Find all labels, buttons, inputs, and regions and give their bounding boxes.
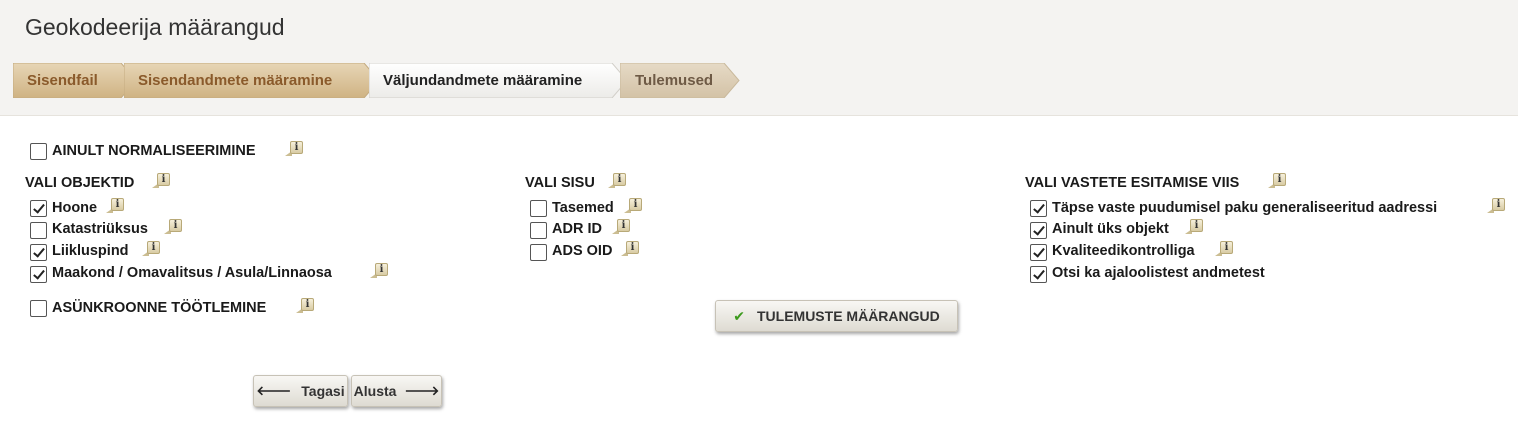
info-icon[interactable]: i [285,141,303,157]
back-label: Tagasi [301,383,345,399]
historical-data-label: Otsi ka ajaloolistest andmetest [1052,265,1265,281]
object-cadastral-label: Katastriüksus [52,221,148,237]
content-adr-id-checkbox[interactable] [530,222,547,239]
object-traffic-area-label: Liikluspind [52,243,129,259]
info-icon[interactable]: i [1268,173,1286,189]
info-icon[interactable]: i [621,241,639,257]
object-building-checkbox[interactable] [30,200,47,217]
object-admin-unit-label: Maakond / Omavalitsus / Asula/Linnaosa [52,265,332,281]
object-building-label: Hoone [52,200,98,216]
presentation-section-title: VALI VASTETE ESITAMISE VIIS [1025,175,1240,191]
historical-data-checkbox[interactable] [1030,266,1047,283]
content-ads-oid-checkbox[interactable] [530,244,547,261]
step-label: Sisendfail [27,72,98,89]
generalized-address-label: Täpse vaste puudumisel paku generaliseer… [1052,200,1438,216]
objects-section-title: VALI OBJEKTID [25,175,135,191]
async-processing-checkbox[interactable] [30,300,47,317]
info-icon[interactable]: i [1487,198,1505,214]
single-object-checkbox[interactable] [1030,222,1047,239]
object-admin-unit-checkbox[interactable] [30,266,47,283]
content-ads-oid-label: ADS OID [552,243,613,259]
results-settings-button[interactable]: ✔ TULEMUSTE MÄÄRANGUD [715,300,958,332]
normalize-only-checkbox[interactable] [30,143,47,160]
step-label: Väljundandmete määramine [383,72,583,89]
content-levels-label: Tasemed [552,200,614,216]
step-output-data[interactable]: Väljundandmete määramine [369,63,628,98]
info-icon[interactable]: i [142,241,160,257]
async-processing-label: ASÜNKROONNE TÖÖTLEMINE [52,300,267,316]
start-label: Alusta [353,383,397,399]
info-icon[interactable]: i [152,173,170,189]
object-traffic-area-checkbox[interactable] [30,244,47,261]
step-label: Sisendandmete määramine [138,72,333,89]
info-icon[interactable]: i [1185,219,1203,235]
content-section-title: VALI SISU [525,175,595,191]
page-title: Geokodeerija määrangud [25,14,285,40]
single-object-label: Ainult üks objekt [1052,221,1169,237]
start-button[interactable]: Alusta 🡒 [351,375,442,407]
info-icon[interactable]: i [296,298,314,314]
arrow-right-icon: 🡒 [404,383,440,398]
info-icon[interactable]: i [370,263,388,279]
step-label: Tulemused [635,72,714,89]
info-icon[interactable]: i [106,198,124,214]
back-button[interactable]: 🡐 Tagasi [253,375,348,407]
step-input-data[interactable]: Sisendandmete määramine [124,63,380,98]
check-icon: ✔ [733,307,745,324]
info-icon[interactable]: i [624,198,642,214]
quality-control-label: Kvaliteedikontrolliga [1052,243,1195,259]
info-icon[interactable]: i [612,219,630,235]
generalized-address-checkbox[interactable] [1030,200,1047,217]
content-levels-checkbox[interactable] [530,200,547,217]
header: Geokodeerija määrangud Sisendfail Sisend… [0,0,1518,116]
results-settings-label: TULEMUSTE MÄÄRANGUD [756,308,940,324]
info-icon[interactable]: i [608,173,626,189]
quality-control-checkbox[interactable] [1030,244,1047,261]
arrow-left-icon: 🡐 [256,383,292,398]
content-adr-id-label: ADR ID [552,221,602,237]
info-icon[interactable]: i [1215,241,1233,257]
step-input-file[interactable]: Sisendfail [13,63,137,98]
normalize-only-label: AINULT NORMALISEERIMINE [52,143,256,159]
step-results[interactable]: Tulemused [620,63,740,98]
info-icon[interactable]: i [164,219,182,235]
object-cadastral-checkbox[interactable] [30,222,47,239]
